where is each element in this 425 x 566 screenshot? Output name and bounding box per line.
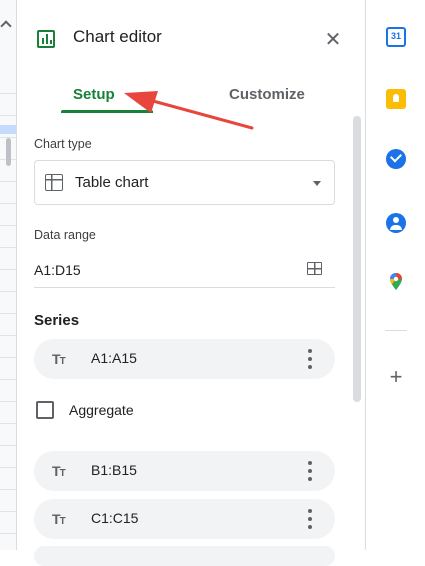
text-type-icon: TT <box>52 351 66 367</box>
chart-type-label: Chart type <box>34 137 92 151</box>
series-chip[interactable]: TT C1:C15 <box>34 499 335 539</box>
keep-icon[interactable] <box>386 89 406 109</box>
tab-customize[interactable]: Customize <box>229 86 305 103</box>
text-type-icon: TT <box>52 463 66 479</box>
sheet-scrollbar[interactable] <box>6 138 11 166</box>
series-chip[interactable]: TT B1:B15 <box>34 451 335 491</box>
editor-title: Chart editor <box>73 27 162 46</box>
series-range: A1:A15 <box>91 350 137 366</box>
text-type-icon: TT <box>52 511 66 527</box>
series-range: C1:C15 <box>91 510 139 526</box>
chart-type-value: Table chart <box>75 174 149 191</box>
contacts-icon[interactable] <box>386 213 406 233</box>
calendar-icon[interactable]: 31 <box>386 27 406 47</box>
setup-body: Chart type Table chart Data range A1:D15… <box>17 116 351 566</box>
data-range-underline <box>34 287 335 288</box>
aggregate-checkbox[interactable] <box>36 401 54 419</box>
plus-icon[interactable]: + <box>385 366 407 388</box>
table-chart-icon <box>45 174 63 191</box>
tab-setup[interactable]: Setup <box>73 86 115 103</box>
spreadsheet-edge <box>0 0 17 550</box>
maps-icon[interactable] <box>386 272 406 292</box>
data-range-label: Data range <box>34 228 96 242</box>
tasks-icon[interactable] <box>386 149 406 169</box>
side-divider <box>385 330 407 331</box>
chart-type-select[interactable]: Table chart <box>34 160 335 205</box>
editor-header: Chart editor ✕ <box>17 0 365 76</box>
chart-icon <box>37 30 55 48</box>
selected-cell-highlight <box>0 125 16 134</box>
more-vert-icon[interactable] <box>308 349 312 369</box>
more-vert-icon[interactable] <box>308 461 312 481</box>
chevron-down-icon <box>313 181 321 186</box>
series-range: B1:B15 <box>91 462 137 478</box>
side-panel: 31 + <box>365 0 425 550</box>
aggregate-row[interactable]: Aggregate <box>34 399 234 423</box>
select-range-icon[interactable] <box>307 262 322 275</box>
series-chip[interactable]: TT A1:A15 <box>34 339 335 379</box>
editor-scrollbar[interactable] <box>353 116 361 402</box>
close-icon[interactable]: ✕ <box>322 29 344 51</box>
aggregate-label: Aggregate <box>69 402 134 418</box>
more-vert-icon[interactable] <box>308 509 312 529</box>
active-tab-indicator <box>61 110 153 113</box>
editor-tabs: Setup Customize <box>17 76 365 116</box>
series-chip-partial[interactable] <box>34 546 335 566</box>
data-range-input[interactable]: A1:D15 <box>34 262 81 278</box>
chart-editor-panel: Chart editor ✕ Setup Customize Chart typ… <box>17 0 365 566</box>
series-title: Series <box>34 312 80 329</box>
collapse-caret-icon[interactable] <box>0 20 12 32</box>
